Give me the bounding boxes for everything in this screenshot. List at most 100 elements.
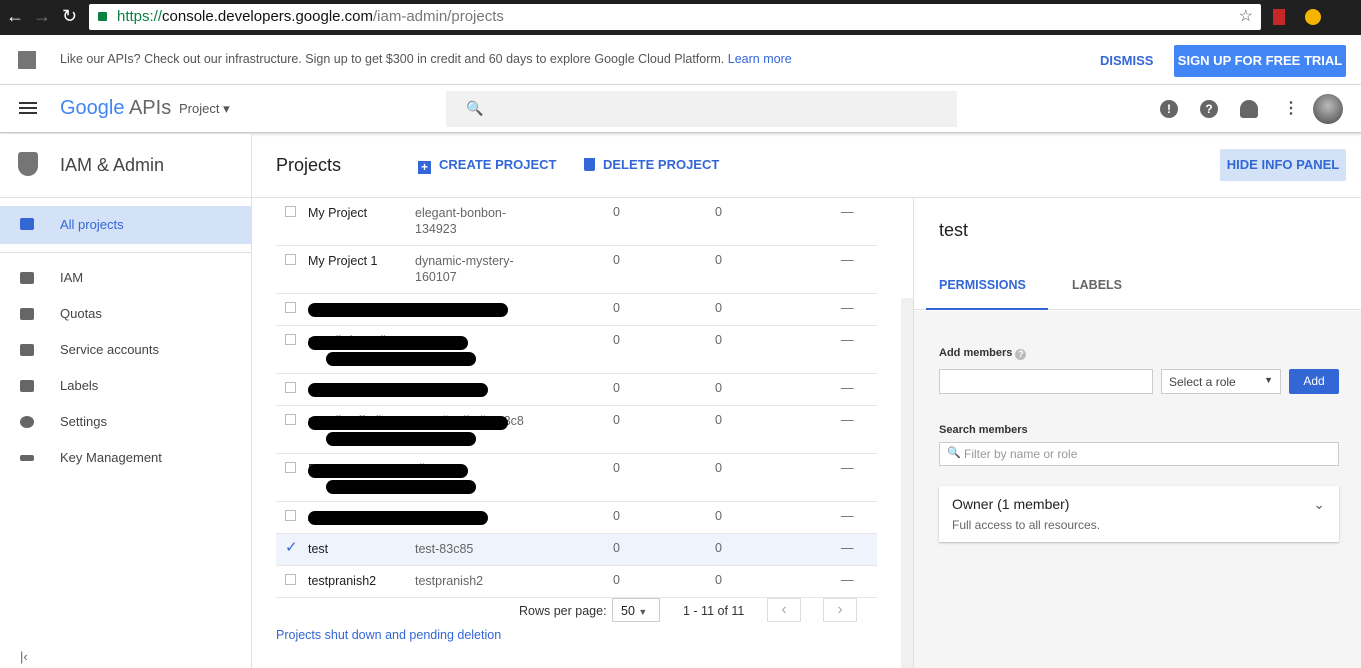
project-selector[interactable]: Project ▾: [179, 101, 230, 117]
bookmark-star-icon[interactable]: ☆: [1239, 4, 1253, 30]
reload-icon[interactable]: ↻: [62, 6, 77, 27]
hide-info-panel-button[interactable]: HIDE INFO PANEL: [1220, 149, 1346, 181]
project-name: testpranish2: [308, 574, 377, 588]
create-project-button[interactable]: + CREATE PROJECT: [418, 157, 557, 174]
redaction-scribble: [308, 383, 488, 397]
row-checkbox[interactable]: [285, 382, 296, 393]
add-button[interactable]: Add: [1289, 369, 1339, 394]
project-id: test-83c85: [415, 542, 474, 556]
notifications-icon[interactable]: [1240, 100, 1258, 118]
projects-table: My Project elegant-bonbon-134923 0 0 — M…: [276, 198, 877, 598]
redaction-scribble: [326, 352, 476, 366]
search-icon: 🔍: [947, 447, 961, 459]
table-row[interactable]: nepaliAirQuality 8 0 0 —: [276, 326, 877, 374]
owner-role-card[interactable]: Owner (1 member) Full access to all reso…: [939, 486, 1339, 542]
help-icon: ?: [1015, 349, 1027, 360]
prev-page-button[interactable]: ‹: [767, 598, 801, 622]
more-vert-icon[interactable]: ⋮: [1283, 98, 1299, 118]
row-checkbox[interactable]: [285, 462, 296, 473]
help-icon[interactable]: ?: [1200, 100, 1218, 118]
sidebar-item-settings[interactable]: Settings: [0, 404, 251, 440]
page-title: Projects: [276, 155, 342, 175]
promo-banner: Like our APIs? Check out our infrastruct…: [0, 35, 1361, 85]
table-row[interactable]: My Project elegant-bonbon-134923 0 0 —: [276, 198, 877, 246]
table-row[interactable]: nepaliGuffadi nepaliguffadi-563c8 0 0 —: [276, 406, 877, 454]
table-row[interactable]: ✓ test test-83c85 0 0 —: [276, 534, 877, 566]
forward-icon[interactable]: →: [33, 6, 51, 27]
search-icon: 🔍: [466, 100, 484, 116]
add-members-label: Add members ?: [939, 347, 1027, 360]
gift-icon: [18, 51, 36, 69]
redaction-scribble: [308, 511, 488, 525]
table-row[interactable]: App fire 0 0 —: [276, 502, 877, 534]
project-name: test: [308, 542, 329, 556]
pagination: Rows per page: 50 ▼ 1 - 11 of 11 ‹ ›: [276, 592, 877, 632]
role-select[interactable]: Select a role ▼: [1161, 369, 1281, 394]
google-apis-logo[interactable]: Google APIs: [60, 97, 171, 120]
table-row[interactable]: My Project 1 dynamic-mystery-160107 0 0 …: [276, 246, 877, 294]
redaction-scribble: [308, 336, 468, 350]
tab-labels[interactable]: LABELS: [1072, 278, 1122, 292]
sidebar-item-key-management[interactable]: Key Management: [0, 440, 251, 476]
info-title: test: [939, 220, 969, 240]
row-checkbox[interactable]: ✓: [285, 540, 298, 555]
row-checkbox[interactable]: [285, 574, 296, 585]
row-checkbox[interactable]: [285, 510, 296, 521]
sidebar-item-iam[interactable]: IAM: [0, 260, 251, 296]
sidebar-item-all-projects[interactable]: All projects: [0, 206, 251, 244]
avatar[interactable]: [1313, 94, 1343, 124]
row-checkbox[interactable]: [285, 206, 296, 217]
row-checkbox[interactable]: [285, 254, 296, 265]
project-name: My Project: [308, 206, 368, 220]
shield-icon: [18, 152, 38, 176]
row-checkbox[interactable]: [285, 302, 296, 313]
quotas-icon: [20, 308, 34, 320]
next-page-button[interactable]: ›: [823, 598, 857, 622]
extension-icon[interactable]: [1273, 9, 1285, 25]
browser-chrome: ← → ↻ https://console.developers.google.…: [0, 0, 1361, 35]
project-id: testpranish2: [415, 574, 484, 588]
sidebar-item-labels[interactable]: Labels: [0, 368, 251, 404]
delete-project-button[interactable]: DELETE PROJECT: [584, 157, 719, 172]
table-row[interactable]: Quality 0 0 —: [276, 294, 877, 326]
feedback-icon[interactable]: !: [1160, 100, 1178, 118]
table-row[interactable]: di 0 0 —: [276, 374, 877, 406]
rows-per-page-select[interactable]: 50 ▼: [612, 598, 660, 622]
sidebar-item-quotas[interactable]: Quotas: [0, 296, 251, 332]
back-icon[interactable]: ←: [6, 6, 24, 27]
pending-deletion-link[interactable]: Projects shut down and pending deletion: [276, 628, 501, 642]
main-content: Projects + CREATE PROJECT DELETE PROJECT …: [252, 134, 1361, 668]
dismiss-button[interactable]: DISMISS: [1100, 53, 1153, 68]
chevron-down-icon: ⌄: [1313, 496, 1325, 512]
add-members-input[interactable]: [939, 369, 1153, 394]
scrollbar[interactable]: [901, 298, 913, 668]
search-input[interactable]: 🔍: [446, 91, 957, 127]
sidebar-item-service-accounts[interactable]: Service accounts: [0, 332, 251, 368]
lock-icon: [98, 12, 107, 21]
extension-icon[interactable]: [1305, 9, 1321, 25]
list-icon: [20, 218, 34, 230]
top-bar: Google APIs Project ▾ 🔍 ! ? ⋮: [0, 85, 1361, 133]
redaction-scribble: [326, 432, 476, 446]
table-row[interactable]: De di- 0 0 —: [276, 454, 877, 502]
redaction-scribble: [326, 480, 476, 494]
collapse-sidebar-icon[interactable]: |‹: [20, 649, 28, 664]
signup-free-trial-button[interactable]: SIGN UP FOR FREE TRIAL: [1174, 45, 1346, 77]
menu-icon[interactable]: [19, 102, 37, 104]
gear-icon: [20, 416, 34, 428]
row-checkbox[interactable]: [285, 334, 296, 345]
project-name: My Project 1: [308, 254, 378, 268]
info-panel: test PERMISSIONS LABELS Add members ? Se…: [913, 198, 1361, 668]
project-id: dynamic-mystery-160107: [415, 254, 514, 284]
redaction-scribble: [308, 416, 508, 430]
address-bar[interactable]: https://console.developers.google.com/ia…: [89, 4, 1261, 30]
service-account-icon: [20, 344, 34, 356]
trash-icon: [584, 158, 595, 171]
learn-more-link[interactable]: Learn more: [728, 52, 792, 66]
filter-members-input[interactable]: 🔍 Filter by name or role: [939, 442, 1339, 466]
add-box-icon: +: [418, 161, 431, 174]
tab-permissions[interactable]: PERMISSIONS: [939, 278, 1026, 292]
row-checkbox[interactable]: [285, 414, 296, 425]
person-add-icon: [20, 272, 34, 284]
redaction-scribble: [308, 464, 468, 478]
